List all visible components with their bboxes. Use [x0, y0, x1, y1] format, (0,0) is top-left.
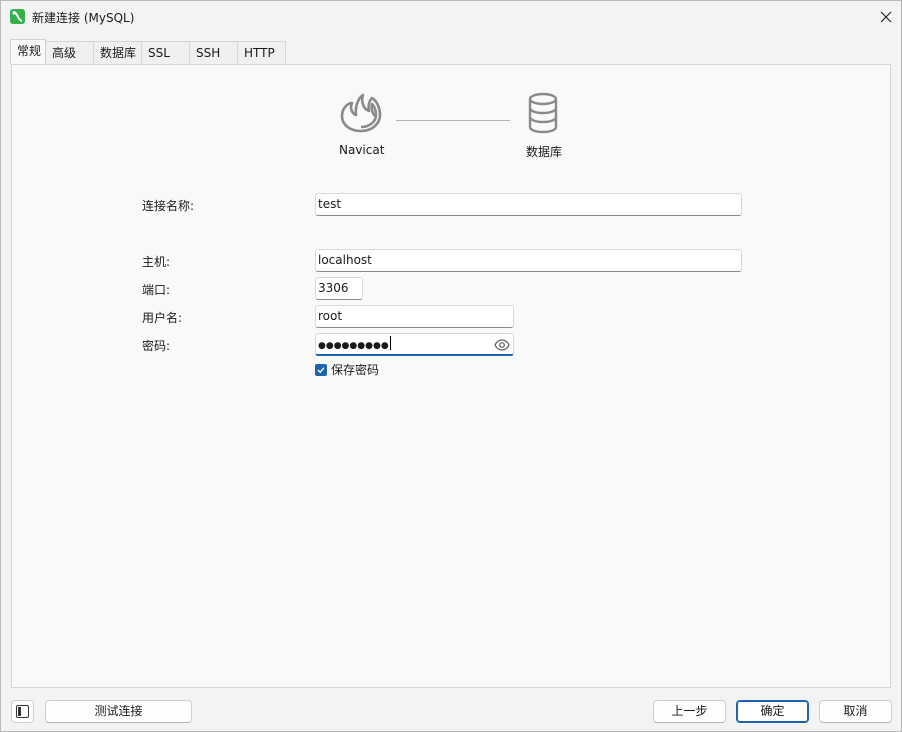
port-input[interactable]: 3306: [315, 277, 363, 300]
connection-diagram: Navicat 数据库: [12, 65, 892, 175]
title-bar: 新建连接 (MySQL): [1, 1, 901, 32]
navicat-app-icon: [10, 9, 25, 24]
save-password-label: 保存密码: [331, 363, 380, 377]
password-label: 密码:: [142, 339, 171, 353]
host-input[interactable]: localhost: [315, 249, 742, 272]
database-icon: [528, 92, 558, 134]
connector-line: [396, 120, 510, 121]
tab-general[interactable]: 常规: [10, 39, 46, 64]
password-input[interactable]: ●●●●●●●●●: [315, 333, 514, 356]
navicat-label: Navicat: [339, 143, 385, 157]
tab-ssl[interactable]: SSL: [141, 41, 190, 64]
tab-bar: 常规 高级 数据库 SSL SSH HTTP: [10, 39, 286, 65]
host-label: 主机:: [142, 255, 171, 269]
password-value: ●●●●●●●●●: [318, 341, 389, 351]
tab-http[interactable]: HTTP: [237, 41, 286, 64]
previous-button[interactable]: 上一步: [653, 700, 726, 723]
eye-icon[interactable]: [494, 338, 510, 352]
dialog-window: 新建连接 (MySQL) 常规 高级 数据库 SSL SSH HTTP Navi…: [0, 0, 902, 732]
test-connection-button[interactable]: 测试连接: [45, 700, 192, 723]
general-panel: Navicat 数据库 连接名称: test 主机: localhost 端口:…: [11, 64, 891, 688]
checkmark-icon: [317, 366, 325, 373]
database-label: 数据库: [526, 145, 563, 159]
connection-name-label: 连接名称:: [142, 199, 195, 213]
ok-button[interactable]: 确定: [736, 700, 809, 723]
tab-advanced[interactable]: 高级: [45, 41, 94, 64]
username-input[interactable]: root: [315, 305, 514, 328]
cancel-button[interactable]: 取消: [819, 700, 892, 723]
close-icon: [880, 11, 892, 22]
save-password-row[interactable]: 保存密码: [315, 361, 379, 378]
tab-ssh[interactable]: SSH: [189, 41, 238, 64]
username-label: 用户名:: [142, 311, 183, 325]
window-title: 新建连接 (MySQL): [32, 11, 135, 25]
sidebar-panel-icon: [16, 705, 29, 718]
toggle-sidebar-button[interactable]: [11, 700, 34, 723]
close-button[interactable]: [871, 1, 901, 32]
connection-name-input[interactable]: test: [315, 193, 742, 216]
save-password-checkbox[interactable]: [315, 363, 327, 376]
port-label: 端口:: [142, 283, 171, 297]
tab-databases[interactable]: 数据库: [93, 41, 142, 64]
navicat-logo-icon: [340, 93, 382, 133]
text-caret: [389, 336, 391, 350]
